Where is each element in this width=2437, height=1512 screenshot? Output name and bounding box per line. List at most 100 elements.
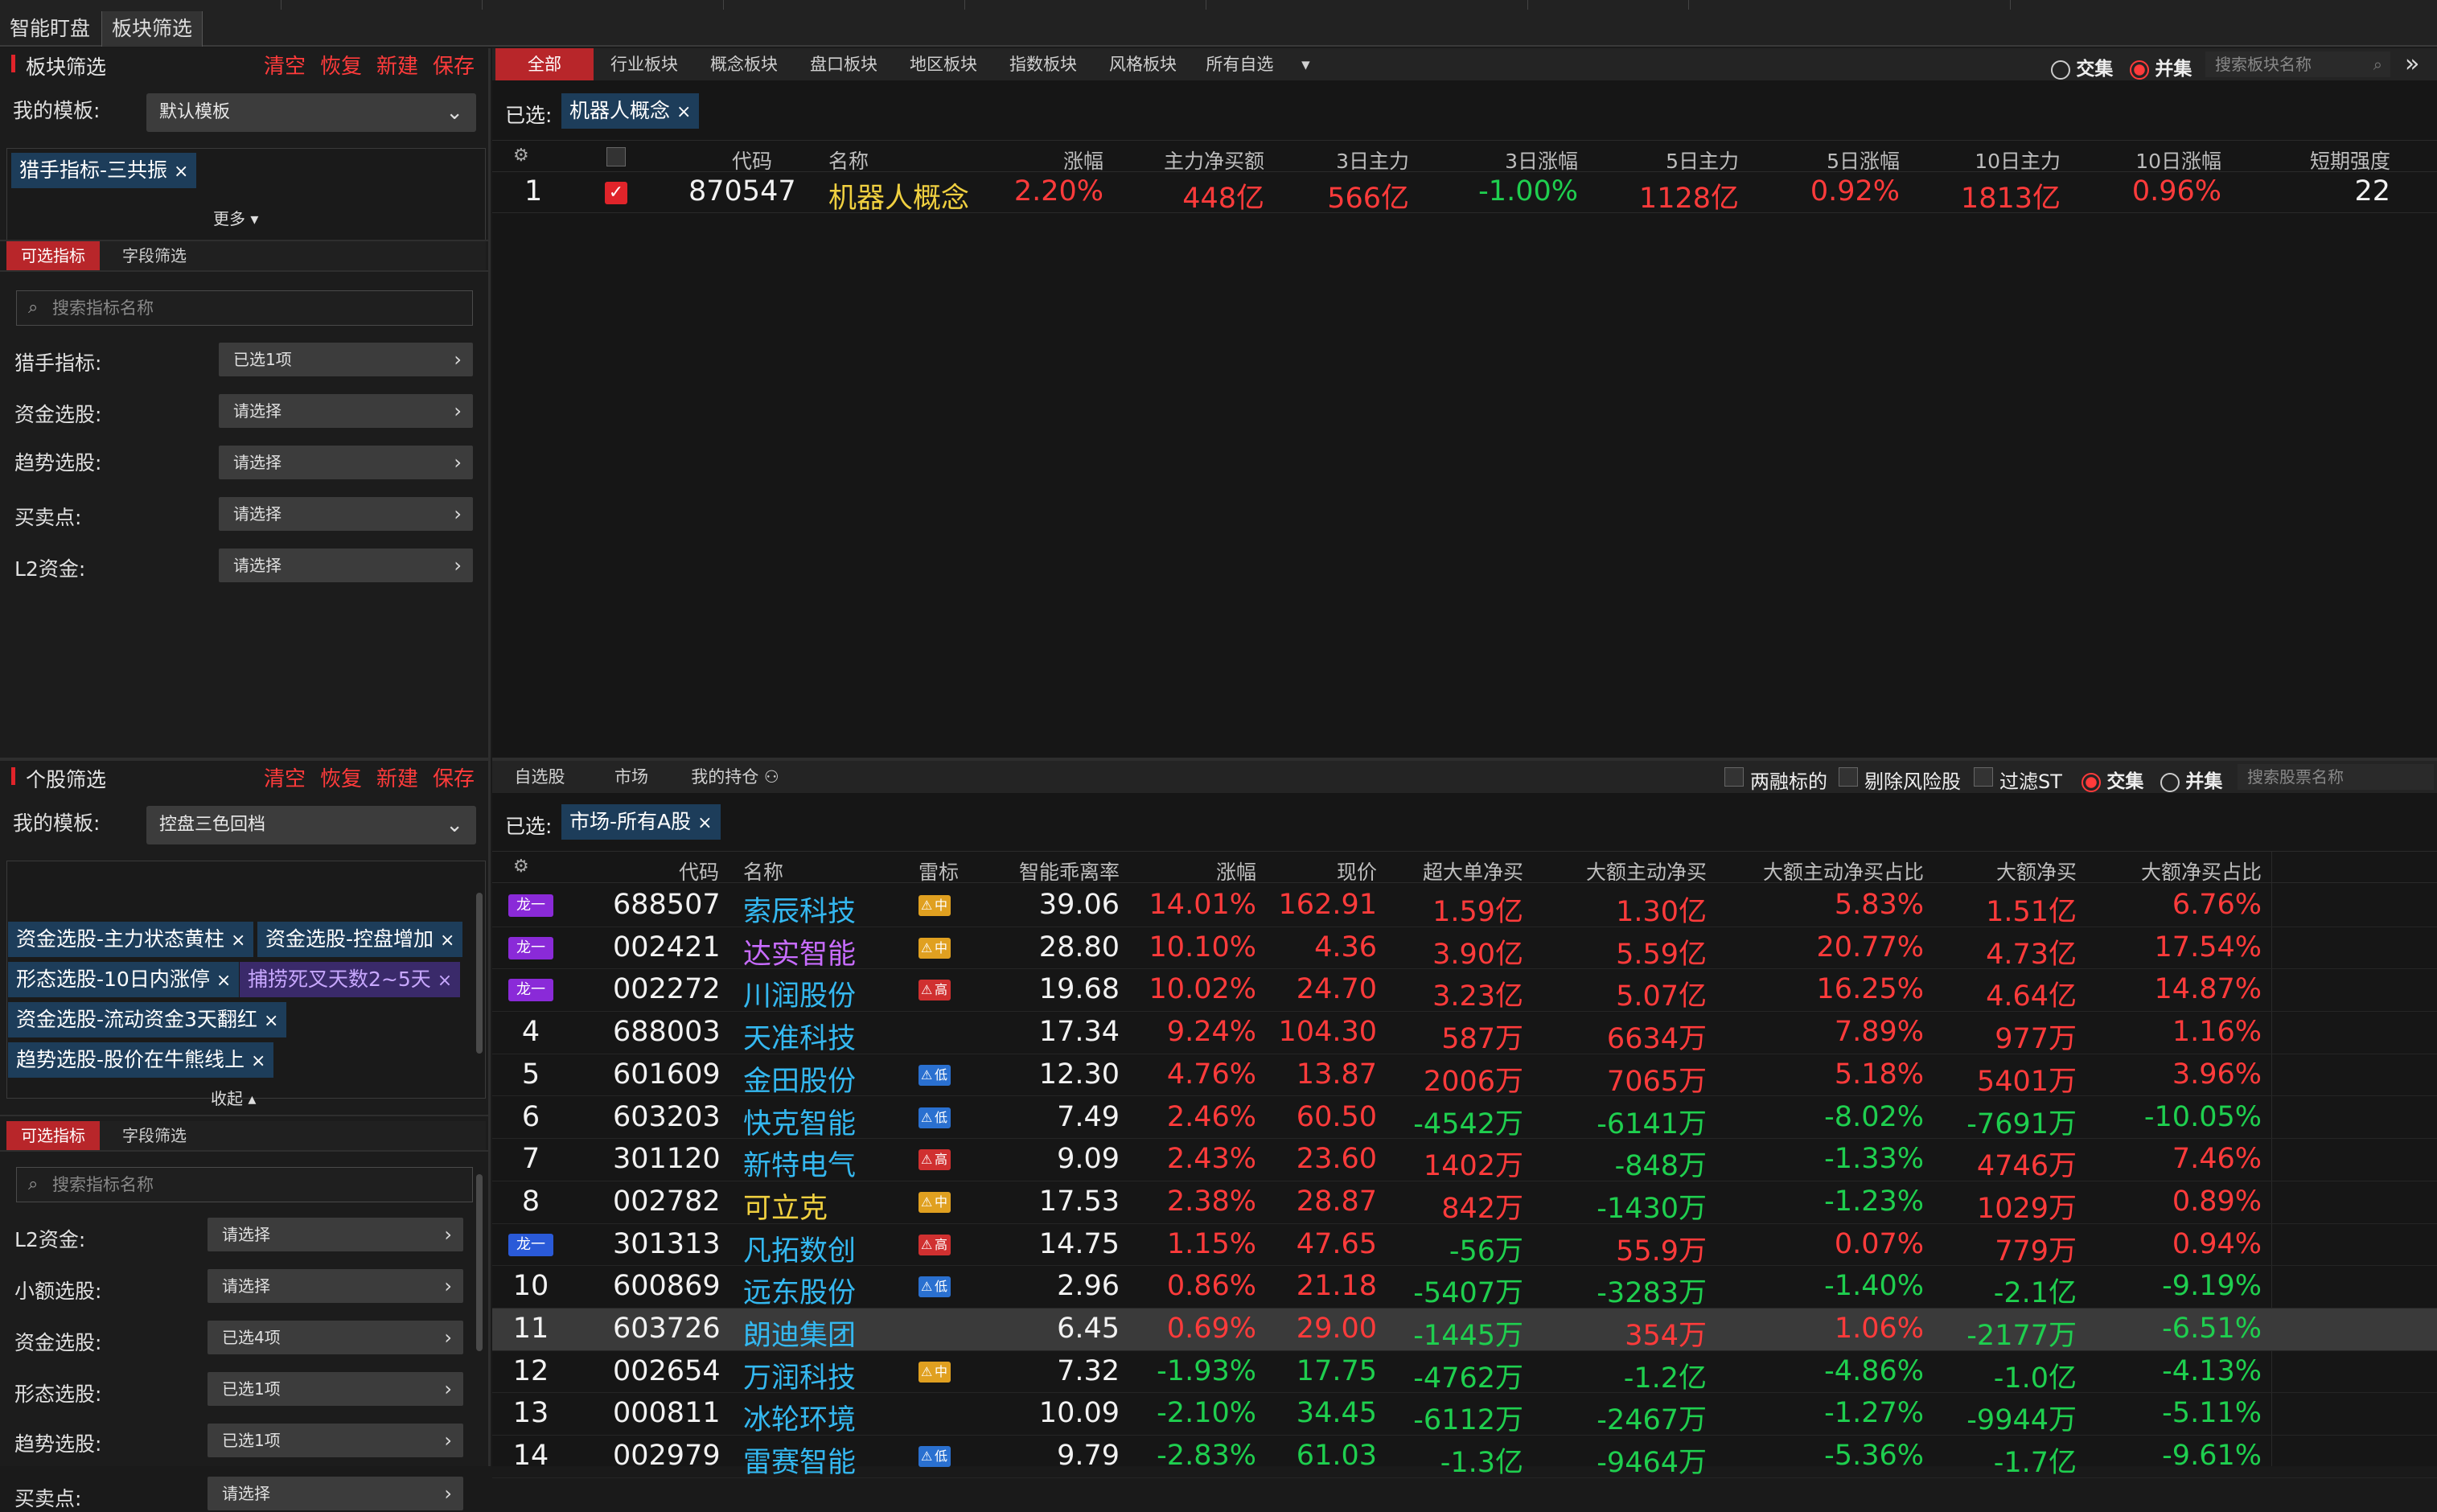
clear-button[interactable]: 清空: [264, 762, 306, 792]
col-risk[interactable]: 雷标: [918, 857, 959, 885]
close-icon[interactable]: ×: [174, 162, 188, 182]
close-icon[interactable]: ×: [231, 931, 245, 951]
selected-indicator-chip[interactable]: 猎手指标-三共振 ×: [11, 153, 197, 188]
tab-smart-monitor[interactable]: 智能盯盘: [0, 11, 100, 47]
sector-name[interactable]: 机器人概念: [828, 175, 969, 216]
filter-select-trend[interactable]: 请选择 ›: [219, 446, 473, 479]
expand-icon[interactable]: »: [2405, 50, 2419, 78]
col-5d-main[interactable]: 5日主力: [1594, 146, 1739, 175]
settings-icon[interactable]: ⚙: [513, 146, 529, 166]
stock-search-input[interactable]: 搜索股票名称: [2238, 764, 2434, 790]
tab-optional-indicators[interactable]: 可选指标: [6, 241, 100, 270]
tab-industry[interactable]: 行业板块: [595, 48, 693, 80]
table-row[interactable]: 龙一 002272 川润股份 ⚠ 高 19.68 10.02% 24.70 3.23亿 5.07亿…: [492, 969, 2437, 1013]
selected-indicator-chip[interactable]: 形态选股-10日内涨停 ×: [8, 962, 240, 997]
col-short-strength[interactable]: 短期强度: [2246, 146, 2390, 175]
filter-select-capital[interactable]: 请选择 ›: [219, 394, 473, 428]
table-row[interactable]: 10 600869 远东股份 ⚠ 低 2.96 0.86% 21.18 -5407万 -3283万…: [492, 1266, 2437, 1309]
new-button[interactable]: 新建: [376, 50, 418, 80]
table-row[interactable]: 12 002654 万润科技 ⚠ 中 7.32 -1.93% 17.75 -4762万 -1.2亿…: [492, 1351, 2437, 1396]
selected-indicator-chip[interactable]: 捕捞死叉天数2~5天 ×: [240, 962, 461, 997]
tab-all-watchlist[interactable]: 所有自选 ▾: [1194, 48, 1322, 80]
selected-indicator-chip[interactable]: 资金选股-控盘增加 ×: [257, 922, 463, 957]
col-code[interactable]: 代码: [677, 146, 772, 175]
tab-board[interactable]: 盘口板块: [795, 48, 893, 80]
col-name[interactable]: 名称: [743, 857, 783, 885]
tab-region[interactable]: 地区板块: [894, 48, 992, 80]
col-change[interactable]: 涨幅: [975, 146, 1103, 175]
collapse-toggle[interactable]: 收起 ▴: [211, 1086, 256, 1109]
stock-name[interactable]: 万润科技: [743, 1355, 856, 1396]
filters-scrollbar[interactable]: [476, 1174, 483, 1351]
col-3d-main[interactable]: 3日主力: [1280, 146, 1409, 175]
radio-union[interactable]: 并集: [2130, 53, 2192, 80]
table-row[interactable]: 7 301120 新特电气 ⚠ 高 9.09 2.43% 23.60 1402万 -848万 -1.…: [492, 1139, 2437, 1184]
close-icon[interactable]: ×: [676, 102, 691, 122]
col-change[interactable]: 涨幅: [1128, 857, 1256, 885]
radio-intersection[interactable]: 交集: [2082, 766, 2143, 793]
restore-button[interactable]: 恢复: [320, 762, 362, 792]
table-row[interactable]: 4 688003 天准科技 17.34 9.24% 104.30 587万 6634万 7.89…: [492, 1012, 2437, 1057]
tab-watchlist[interactable]: 自选股: [495, 761, 584, 793]
close-icon[interactable]: ×: [264, 1011, 278, 1031]
radio-intersection[interactable]: 交集: [2051, 53, 2113, 80]
col-large-active-ratio[interactable]: 大额主动净买占比: [1715, 857, 1924, 885]
stock-name[interactable]: 金田股份: [743, 1058, 856, 1099]
filter-select-l2[interactable]: 请选择 ›: [219, 549, 473, 582]
tab-field-filter[interactable]: 字段筛选: [108, 241, 201, 270]
col-name[interactable]: 名称: [828, 146, 869, 175]
stock-name[interactable]: 新特电气: [743, 1143, 856, 1184]
table-row[interactable]: 5 601609 金田股份 ⚠ 低 12.30 4.76% 13.87 2006万 7065万 5.…: [492, 1054, 2437, 1099]
tab-optional-indicators[interactable]: 可选指标: [6, 1121, 100, 1150]
selected-indicator-chip[interactable]: 资金选股-流动资金3天翻红 ×: [8, 1002, 287, 1037]
table-row[interactable]: 11 603726 朗迪集团 6.45 0.69% 29.00 -1445万 354万 1.06…: [492, 1309, 2437, 1352]
table-row[interactable]: 龙一 301313 凡拓数创 ⚠ 高 14.75 1.15% 47.65 -56万 55.9万 0.…: [492, 1224, 2437, 1268]
template-select[interactable]: 控盘三色回档 ⌄: [146, 806, 476, 844]
tab-concept[interactable]: 概念板块: [695, 48, 793, 80]
tab-sector-filter[interactable]: 板块筛选: [101, 11, 203, 47]
col-10d-main[interactable]: 10日主力: [1908, 146, 2061, 175]
col-3d-change[interactable]: 3日涨幅: [1425, 146, 1578, 175]
stock-name[interactable]: 天准科技: [743, 1016, 856, 1057]
tab-all[interactable]: 全部: [495, 48, 594, 80]
selected-indicator-chip[interactable]: 趋势选股-股价在牛熊线上 ×: [8, 1042, 274, 1078]
stock-name[interactable]: 冰轮环境: [743, 1397, 856, 1438]
close-icon[interactable]: ×: [251, 1051, 265, 1071]
col-large-net[interactable]: 大额净买: [1932, 857, 2077, 885]
tab-style[interactable]: 风格板块: [1094, 48, 1192, 80]
filter-select-trend[interactable]: 已选1项 ›: [208, 1424, 463, 1457]
radio-union[interactable]: 并集: [2160, 766, 2222, 793]
filter-select-shape[interactable]: 已选1项 ›: [208, 1372, 463, 1406]
table-row[interactable]: 龙一 002421 达实智能 ⚠ 中 28.80 10.10% 4.36 3.90亿 5.59亿 2…: [492, 927, 2437, 971]
stock-name[interactable]: 索辰科技: [743, 889, 856, 930]
col-large-net-ratio[interactable]: 大额净买占比: [2085, 857, 2262, 885]
tab-index[interactable]: 指数板块: [994, 48, 1092, 80]
select-all-checkbox[interactable]: [606, 147, 626, 166]
col-10d-change[interactable]: 10日涨幅: [2069, 146, 2221, 175]
exclude-risk-checkbox[interactable]: [1839, 767, 1858, 787]
selected-sector-chip[interactable]: 机器人概念 ×: [561, 93, 700, 129]
col-bias[interactable]: 智能乖离率: [967, 857, 1120, 885]
col-5d-change[interactable]: 5日涨幅: [1755, 146, 1900, 175]
col-large-active[interactable]: 大额主动净买: [1530, 857, 1707, 885]
tab-market[interactable]: 市场: [587, 761, 676, 793]
indicator-search-input[interactable]: ⌕ 搜索指标名称: [16, 290, 473, 326]
table-row[interactable]: 6 603203 快克智能 ⚠ 低 7.49 2.46% 60.50 -4542万 -6141万 -…: [492, 1097, 2437, 1140]
template-select[interactable]: 默认模板 ⌄: [146, 93, 476, 132]
new-button[interactable]: 新建: [376, 762, 418, 792]
close-icon[interactable]: ×: [697, 813, 712, 833]
close-icon[interactable]: ×: [440, 931, 454, 951]
filter-st-checkbox[interactable]: [1974, 767, 1993, 787]
filter-select-l2[interactable]: 请选择 ›: [208, 1218, 463, 1251]
settings-icon[interactable]: ⚙: [513, 857, 529, 877]
selected-indicator-chip[interactable]: 资金选股-主力状态黄柱 ×: [8, 922, 254, 957]
table-row[interactable]: 13 000811 冰轮环境 10.09 -2.10% 34.45 -6112万 -2467万…: [492, 1393, 2437, 1436]
stock-name[interactable]: 远东股份: [743, 1270, 856, 1311]
tab-field-filter[interactable]: 字段筛选: [108, 1121, 201, 1150]
selected-market-chip[interactable]: 市场-所有A股 ×: [561, 804, 721, 840]
stock-name[interactable]: 快克智能: [743, 1101, 856, 1142]
col-price[interactable]: 现价: [1264, 857, 1377, 885]
col-xl-net[interactable]: 超大单净买: [1385, 857, 1523, 885]
filter-select-hunter[interactable]: 已选1项 ›: [219, 343, 473, 376]
chip-scrollbar[interactable]: [476, 893, 483, 1054]
